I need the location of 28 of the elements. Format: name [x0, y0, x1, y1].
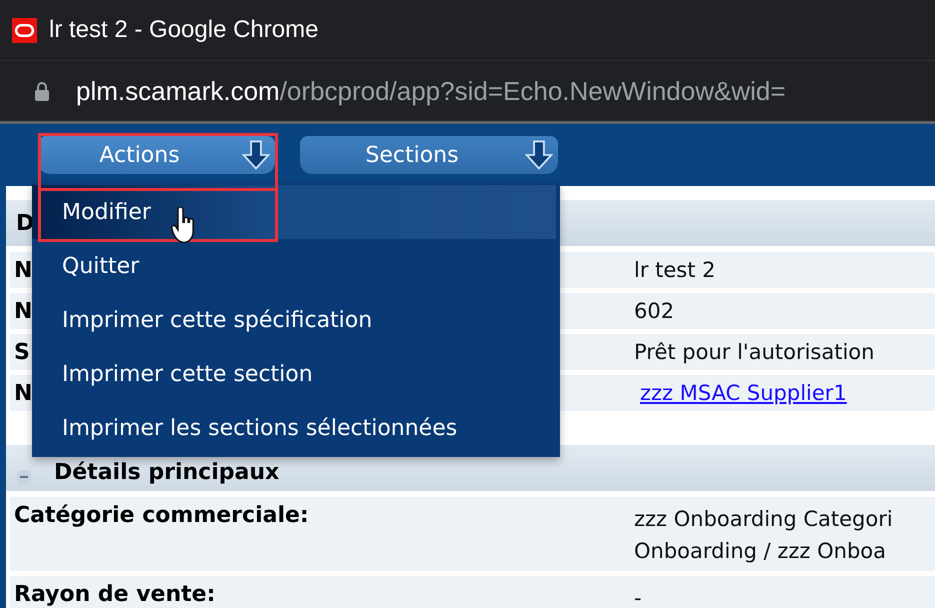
field-value: 602 [634, 299, 674, 323]
menu-item[interactable]: Quitter [32, 239, 556, 293]
supplier-link[interactable]: zzz MSAC Supplier1 [640, 381, 847, 405]
menu-button[interactable]: Sections [300, 136, 558, 174]
menu-item[interactable]: Imprimer les sections sélectionnées [32, 401, 556, 455]
field-label: Catégorie commerciale: [14, 503, 309, 528]
field-label: S [14, 340, 30, 364]
down-arrow-icon [241, 139, 271, 171]
menu-item[interactable]: Modifier [32, 185, 556, 239]
field-label: N [14, 298, 32, 324]
menu-item[interactable]: Imprimer cette section [32, 347, 556, 401]
field-label: N [14, 380, 32, 406]
app-logo-icon [12, 18, 37, 42]
hand-cursor-icon [170, 207, 196, 245]
window-title: lr test 2 - Google Chrome [49, 16, 318, 44]
field-value: zzz Onboarding Categori Onboarding / zzz Onboa [634, 506, 893, 565]
lock-icon [34, 81, 50, 101]
field-label: N [14, 258, 32, 282]
collapse-icon[interactable] [16, 469, 32, 485]
field-value: Prêt pour l'autorisation [634, 340, 874, 364]
section-heading: D [16, 210, 34, 236]
field-value: - [634, 585, 642, 608]
menu-button[interactable]: Actions [38, 136, 275, 174]
down-arrow-icon [524, 139, 554, 171]
field-value: lr test 2 [634, 258, 716, 282]
section-title: Détails principaux [54, 460, 280, 485]
field-label: Rayon de vente: [14, 582, 216, 607]
menu-item[interactable]: Imprimer cette spécification [32, 293, 556, 347]
